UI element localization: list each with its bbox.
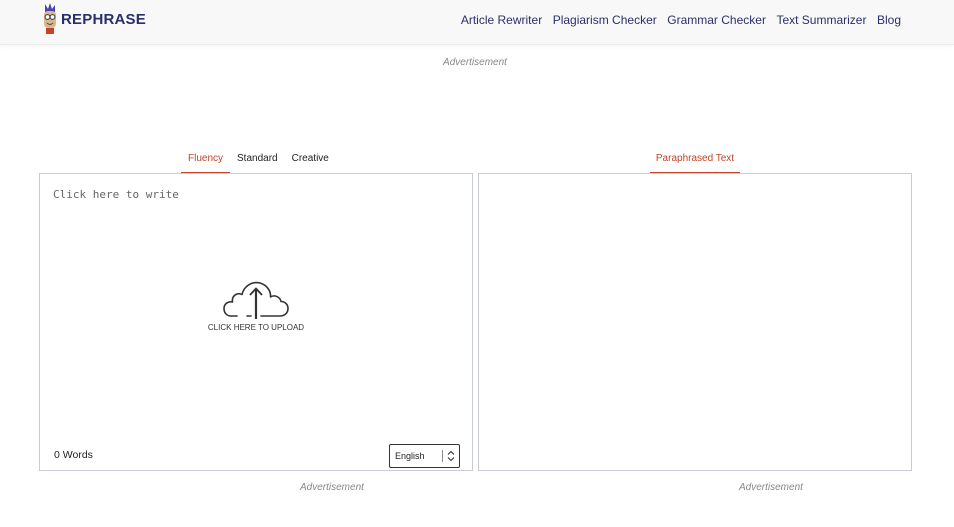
select-divider: [442, 450, 443, 462]
output-panel[interactable]: [478, 173, 912, 471]
tab-standard[interactable]: Standard: [230, 152, 285, 173]
tab-fluency[interactable]: Fluency: [181, 152, 231, 173]
tab-paraphrased-text[interactable]: Paraphrased Text: [650, 152, 740, 173]
tab-creative[interactable]: Creative: [285, 152, 336, 173]
advertisement-right: Advertisement: [739, 482, 803, 493]
advertisement-top: Advertisement: [443, 57, 507, 68]
chevron-updown-icon: [447, 450, 455, 462]
word-count: 0 Words: [54, 449, 93, 461]
language-select[interactable]: English: [389, 444, 460, 468]
nav-grammar-checker[interactable]: Grammar Checker: [667, 13, 766, 27]
input-panel: CLICK HERE TO UPLOAD 0 Words English: [39, 173, 473, 471]
nav-text-summarizer[interactable]: Text Summarizer: [776, 13, 866, 27]
upload-button[interactable]: CLICK HERE TO UPLOAD: [200, 279, 312, 339]
cloud-upload-icon: [223, 281, 289, 319]
advertisement-left: Advertisement: [300, 482, 364, 493]
mode-tabs: Fluency Standard Creative: [181, 152, 336, 174]
upload-label: CLICK HERE TO UPLOAD: [207, 323, 305, 332]
brand-logo[interactable]: REPHRASE: [42, 3, 146, 35]
nav-plagiarism-checker[interactable]: Plagiarism Checker: [553, 13, 657, 27]
nav-blog[interactable]: Blog: [877, 13, 901, 27]
language-value: English: [395, 451, 425, 461]
mascot-logo-icon: [44, 3, 56, 34]
main-nav: Article Rewriter Plagiarism Checker Gram…: [461, 13, 901, 27]
site-header: REPHRASE Article Rewriter Plagiarism Che…: [0, 0, 954, 45]
brand-name: REPHRASE: [61, 10, 146, 28]
input-text-area[interactable]: [53, 188, 453, 218]
output-tabs: Paraphrased Text: [650, 152, 740, 174]
nav-article-rewriter[interactable]: Article Rewriter: [461, 13, 542, 27]
